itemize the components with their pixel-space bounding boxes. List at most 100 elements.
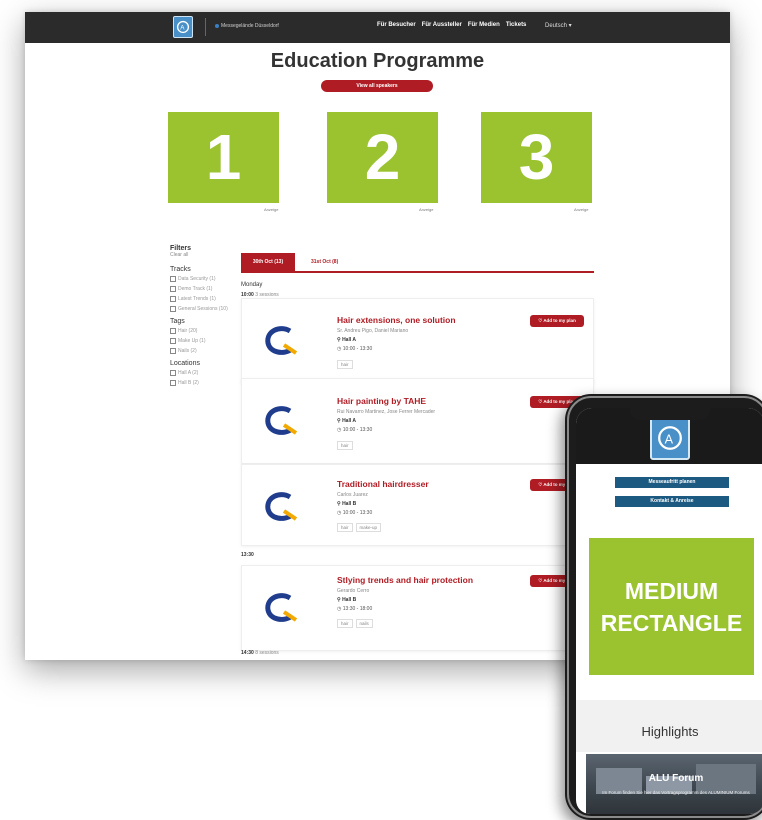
brand-text[interactable]: Messegelände Düsseldorf bbox=[215, 23, 279, 29]
ad-line-2: RECTANGLE bbox=[600, 609, 743, 636]
main-nav: Für Besucher Für Aussteller Für Medien T… bbox=[377, 22, 526, 28]
session-time: ◷ 10:00 - 13:30 bbox=[337, 346, 372, 352]
slot-time: 14:30 bbox=[241, 650, 254, 656]
ad-banner-1[interactable]: 1 bbox=[168, 112, 279, 203]
time-label: 10:00 - 13:30 bbox=[342, 427, 373, 433]
phone-site-logo[interactable]: A bbox=[650, 416, 690, 460]
checkbox[interactable] bbox=[170, 306, 176, 312]
contact-button[interactable]: Kontakt & Anreise bbox=[615, 496, 729, 507]
tag-option[interactable]: Make Up (1) bbox=[170, 338, 240, 344]
tags-title: Tags bbox=[170, 318, 185, 325]
tag-chip[interactable]: nails bbox=[355, 619, 373, 628]
session-title[interactable]: Stlying trends and hair protection bbox=[337, 575, 473, 585]
option-label: Data Security (1) bbox=[178, 276, 216, 282]
session-title[interactable]: Traditional hairdresser bbox=[337, 479, 429, 489]
svg-text:A: A bbox=[180, 25, 185, 32]
ad-banner-3[interactable]: 3 bbox=[481, 112, 592, 203]
session-card[interactable]: Stlying trends and hair protection Gerar… bbox=[241, 565, 594, 651]
session-title[interactable]: Hair painting by TAHE bbox=[337, 396, 426, 406]
company-logo-icon bbox=[265, 406, 298, 435]
session-title[interactable]: Hair extensions, one solution bbox=[337, 315, 456, 325]
slot-time: 13:30 bbox=[241, 552, 254, 558]
session-tags: hair make-up bbox=[337, 523, 382, 532]
location-option[interactable]: Hall B (2) bbox=[170, 380, 240, 386]
time-slot-header: 13:30 bbox=[241, 552, 254, 558]
day-label: Monday bbox=[241, 282, 263, 288]
option-label: Make Up (1) bbox=[178, 338, 206, 344]
track-option[interactable]: General Sessions (10) bbox=[170, 306, 240, 312]
plan-visit-button[interactable]: Messeaufritt planen bbox=[615, 477, 729, 488]
track-option[interactable]: Data Security (1) bbox=[170, 276, 240, 282]
tab-30th-oct[interactable]: 30th Oct (13) bbox=[241, 253, 295, 271]
hall-label: Hall A bbox=[342, 337, 357, 343]
option-label: Hair (20) bbox=[178, 328, 198, 334]
alu-forum-card[interactable]: ALU Forum Im Forum finden Sie hier das V… bbox=[586, 754, 762, 814]
time-slot-header: 14:30 8 sessions bbox=[241, 650, 279, 656]
session-tags: hair nails bbox=[337, 619, 373, 628]
nav-media[interactable]: Für Medien bbox=[468, 22, 500, 28]
tag-chip[interactable]: hair bbox=[337, 523, 353, 532]
option-label: Nails (2) bbox=[178, 348, 197, 354]
hall-label: Hall B bbox=[342, 597, 357, 603]
time-label: 10:00 - 13:30 bbox=[342, 510, 373, 516]
checkbox[interactable] bbox=[170, 276, 176, 282]
filters-title: Filters bbox=[170, 245, 192, 252]
highlights-heading: Highlights bbox=[641, 724, 699, 739]
clear-all-link[interactable]: Clear all bbox=[170, 252, 240, 258]
session-time: ◷ 13:30 - 18:00 bbox=[337, 606, 372, 612]
tag-option[interactable]: Hair (20) bbox=[170, 328, 240, 334]
session-card[interactable]: Hair extensions, one solution Sr. Andreu… bbox=[241, 298, 594, 384]
tag-chip[interactable]: make-up bbox=[355, 523, 382, 532]
ad-label-1: Anzeige bbox=[264, 207, 279, 212]
add-to-plan-button[interactable]: ♡ Add to my plan bbox=[530, 315, 584, 327]
session-card[interactable]: Hair painting by TAHE Rui Navarro Martin… bbox=[241, 378, 594, 464]
session-tags: hair bbox=[337, 360, 353, 369]
company-logo-icon bbox=[265, 492, 298, 521]
checkbox[interactable] bbox=[170, 338, 176, 344]
checkbox[interactable] bbox=[170, 286, 176, 292]
session-time: ◷ 10:00 - 13:30 bbox=[337, 510, 372, 516]
session-card[interactable]: Traditional hairdresser Carlos Juarez ⚲ … bbox=[241, 464, 594, 546]
tab-31st-oct[interactable]: 31st Oct (8) bbox=[311, 259, 338, 265]
language-select[interactable]: Deutsch ▾ bbox=[545, 22, 572, 29]
track-option[interactable]: Demo Track (1) bbox=[170, 286, 240, 292]
nav-exhibitors[interactable]: Für Aussteller bbox=[422, 22, 462, 28]
checkbox[interactable] bbox=[170, 328, 176, 334]
view-speakers-button[interactable]: View all speakers bbox=[321, 80, 433, 92]
tag-chip[interactable]: hair bbox=[337, 360, 353, 369]
ad-label-3: Anzeige bbox=[574, 207, 589, 212]
time-label: 13:30 - 18:00 bbox=[342, 606, 373, 612]
location-option[interactable]: Hall A (2) bbox=[170, 370, 240, 376]
tag-option[interactable]: Nails (2) bbox=[170, 348, 240, 354]
medium-rectangle-ad[interactable]: MEDIUM RECTANGLE bbox=[589, 538, 754, 675]
option-label: Hall A (2) bbox=[178, 370, 199, 376]
session-speakers: Rui Navarro Martinez, Jose Ferrer Mercad… bbox=[337, 409, 436, 415]
session-speakers: Gerardo Cerro bbox=[337, 588, 370, 594]
alu-forum-text: Im Forum finden Sie hier das Vortragspro… bbox=[602, 790, 750, 795]
tag-chip[interactable]: hair bbox=[337, 619, 353, 628]
nav-tickets[interactable]: Tickets bbox=[506, 22, 527, 28]
checkbox[interactable] bbox=[170, 370, 176, 376]
tracks-title: Tracks bbox=[170, 266, 191, 273]
phone-notch bbox=[630, 408, 710, 420]
ad-label-2: Anzeige bbox=[419, 207, 434, 212]
option-label: Latest Trends (1) bbox=[178, 296, 216, 302]
site-logo[interactable]: A bbox=[173, 16, 193, 38]
brand-dot-icon bbox=[215, 23, 219, 28]
tag-chip[interactable]: hair bbox=[337, 441, 353, 450]
session-speakers: Carlos Juarez bbox=[337, 492, 368, 498]
locations-title: Locations bbox=[170, 360, 200, 367]
slot-count: 8 sessions bbox=[255, 650, 279, 656]
checkbox[interactable] bbox=[170, 380, 176, 386]
ad-line-1: MEDIUM bbox=[624, 577, 719, 604]
track-option[interactable]: Latest Trends (1) bbox=[170, 296, 240, 302]
checkbox[interactable] bbox=[170, 348, 176, 354]
ad-banner-2[interactable]: 2 bbox=[327, 112, 438, 203]
top-navbar: A Messegelände Düsseldorf Für Besucher F… bbox=[25, 12, 730, 43]
session-time: ◷ 10:00 - 13:30 bbox=[337, 427, 372, 433]
option-label: Hall B (2) bbox=[178, 380, 199, 386]
nav-visitors[interactable]: Für Besucher bbox=[377, 22, 416, 28]
checkbox[interactable] bbox=[170, 296, 176, 302]
brand-label: Messegelände Düsseldorf bbox=[221, 23, 279, 29]
phone-mockup: A Messeaufritt planen Kontakt & Anreise … bbox=[565, 394, 762, 820]
